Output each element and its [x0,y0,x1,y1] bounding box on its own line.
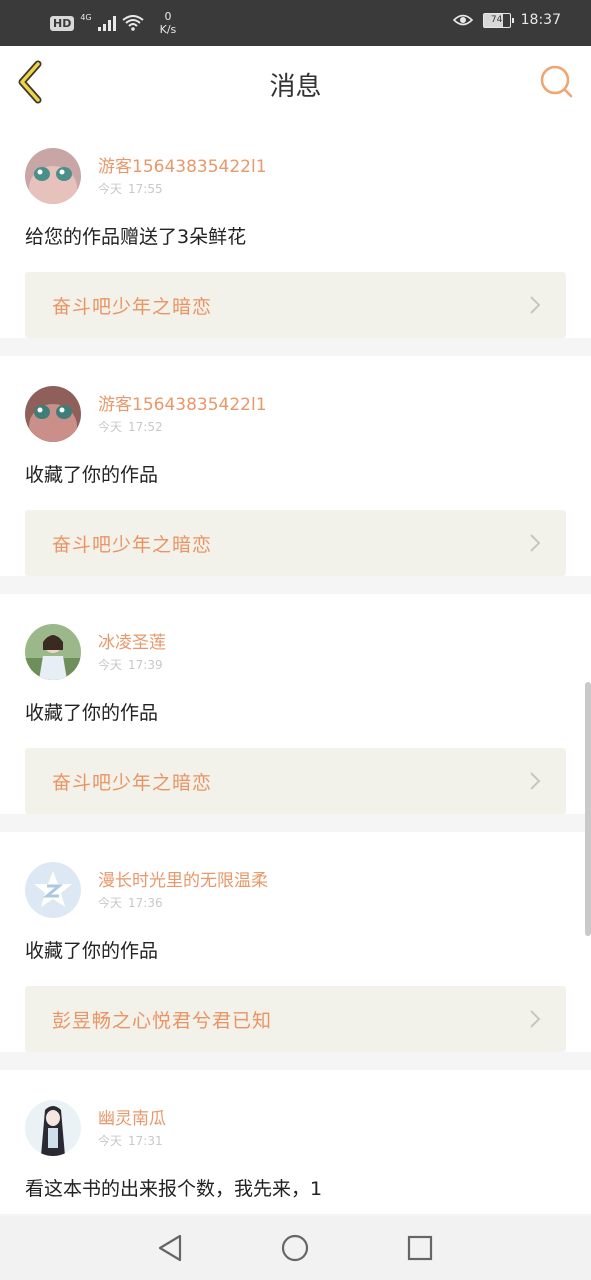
app-header: 消息 [0,46,591,119]
recents-square-icon [407,1235,433,1261]
message-text: 收藏了你的作品 [25,702,159,724]
message-time: 今天 17:55 [98,180,163,197]
battery-level: 74 [490,14,503,25]
status-bar: HD 4G 0 K/s 74 18:37 [0,0,591,46]
signal-icon [97,15,116,31]
username[interactable]: 游客15643835422l1 [98,152,267,177]
message-text: 收藏了你的作品 [25,464,159,486]
message-day: 今天 [98,896,123,910]
message-time: 今天 17:36 [98,894,163,911]
message-card: 游客15643835422l1 今天 17:55 给您的作品赠送了3朵鲜花 奋斗吧… [0,118,591,338]
message-day: 今天 [98,658,123,672]
avatar[interactable] [25,1100,81,1156]
username[interactable]: 漫长时光里的无限温柔 [98,866,268,891]
avatar[interactable] [25,862,81,918]
battery-icon: 74 [482,12,514,28]
back-triangle-icon [158,1234,182,1262]
message-card: 游客15643835422l1 今天 17:52 收藏了你的作品 奋斗吧少年之暗恋 [0,356,591,576]
default-z-avatar [25,862,81,918]
message-day: 今天 [98,182,123,196]
work-title: 奋斗吧少年之暗恋 [52,296,213,318]
anime-girl-avatar [25,1100,81,1156]
username[interactable]: 冰凌圣莲 [98,628,166,653]
message-clock: 17:31 [128,1134,163,1148]
search-button[interactable] [539,64,575,100]
work-title: 奋斗吧少年之暗恋 [52,772,213,794]
message-header: 冰凌圣莲 今天 17:39 [0,624,591,682]
message-clock: 17:55 [128,182,163,196]
nav-back-button[interactable] [152,1230,188,1266]
network-type: 4G [80,12,92,22]
message-list[interactable]: 游客15643835422l1 今天 17:55 给您的作品赠送了3朵鲜花 奋斗吧… [0,118,591,1216]
message-day: 今天 [98,420,123,434]
message-clock: 17:52 [128,420,163,434]
message-text: 给您的作品赠送了3朵鲜花 [25,226,247,248]
message-card: 冰凌圣莲 今天 17:39 收藏了你的作品 奋斗吧少年之暗恋 [0,594,591,814]
chevron-right-icon [530,772,541,790]
message-text: 看这本书的出来报个数，我先来，1 [25,1178,323,1200]
work-link[interactable]: 奋斗吧少年之暗恋 [25,272,566,338]
work-link[interactable]: 奋斗吧少年之暗恋 [25,510,566,576]
message-time: 今天 17:31 [98,1132,163,1149]
message-time: 今天 17:39 [98,656,163,673]
message-card: 漫长时光里的无限温柔 今天 17:36 收藏了你的作品 彭昱畅之心悦君兮君已知 [0,832,591,1052]
avatar[interactable] [25,624,81,680]
message-clock: 17:36 [128,896,163,910]
page-title: 消息 [269,72,322,102]
avatar[interactable] [25,386,81,442]
chevron-right-icon [530,1010,541,1028]
message-clock: 17:39 [128,658,163,672]
username[interactable]: 游客15643835422l1 [98,390,267,415]
clock: 18:37 [520,12,561,28]
scroll-indicator [585,682,591,936]
speed-unit: K/s [159,23,177,36]
work-link[interactable]: 奋斗吧少年之暗恋 [25,748,566,814]
message-day: 今天 [98,1134,123,1148]
message-header: 漫长时光里的无限温柔 今天 17:36 [0,862,591,920]
work-link[interactable]: 彭昱畅之心悦君兮君已知 [25,986,566,1052]
chevron-right-icon [530,296,541,314]
message-header: 幽灵南瓜 今天 17:31 [0,1100,591,1158]
message-card: 幽灵南瓜 今天 17:31 看这本书的出来报个数，我先来，1 [0,1070,591,1214]
anime-face-avatar [25,148,81,204]
work-title: 彭昱畅之心悦君兮君已知 [52,1010,273,1032]
status-right: 74 18:37 [452,12,561,28]
speed-value: 0 [164,10,172,23]
message-header: 游客15643835422l1 今天 17:52 [0,386,591,444]
system-nav-bar [0,1216,591,1280]
hd-badge: HD [50,15,75,31]
anime-face-avatar [25,386,81,442]
username[interactable]: 幽灵南瓜 [98,1104,166,1129]
search-icon [540,65,573,98]
message-text: 收藏了你的作品 [25,940,159,962]
nav-home-button[interactable] [277,1230,313,1266]
home-circle-icon [281,1234,309,1262]
status-left: HD 4G 0 K/s [50,10,176,36]
message-header: 游客15643835422l1 今天 17:55 [0,148,591,206]
network-speed: 0 K/s [160,10,177,36]
wifi-icon [122,15,144,31]
chevron-right-icon [530,534,541,552]
nav-recents-button[interactable] [402,1230,438,1266]
work-title: 奋斗吧少年之暗恋 [52,534,213,556]
eye-icon [452,14,473,26]
avatar[interactable] [25,148,81,204]
message-time: 今天 17:52 [98,418,163,435]
girl-photo-avatar [25,624,81,680]
